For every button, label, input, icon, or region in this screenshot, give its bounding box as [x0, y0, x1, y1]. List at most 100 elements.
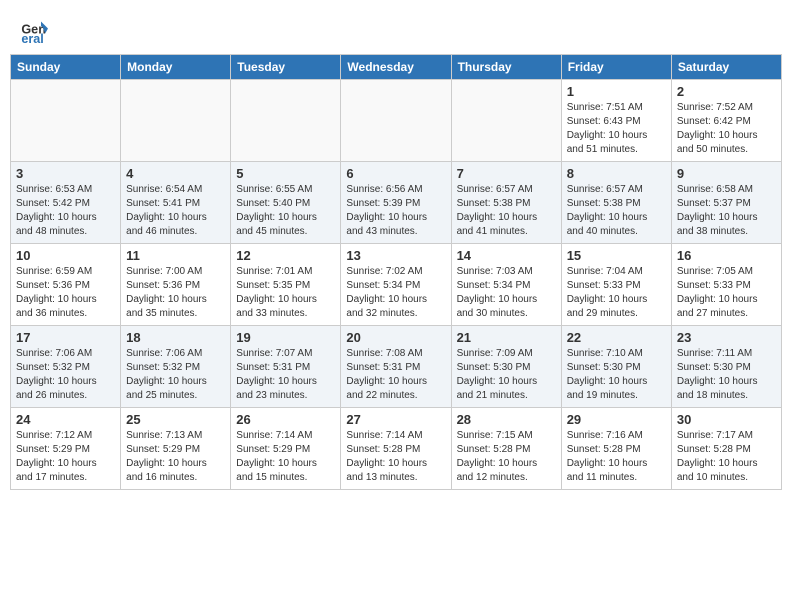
calendar-day-cell: 10 Sunrise: 6:59 AM Sunset: 5:36 PM Dayli…	[11, 244, 121, 326]
calendar-day-cell: 17 Sunrise: 7:06 AM Sunset: 5:32 PM Dayli…	[11, 326, 121, 408]
calendar-day-cell	[341, 80, 451, 162]
calendar-day-cell	[121, 80, 231, 162]
calendar-day-cell	[11, 80, 121, 162]
calendar-day-cell: 13 Sunrise: 7:02 AM Sunset: 5:34 PM Dayli…	[341, 244, 451, 326]
day-number: 17	[16, 330, 115, 345]
calendar-day-cell: 14 Sunrise: 7:03 AM Sunset: 5:34 PM Dayli…	[451, 244, 561, 326]
calendar-day-cell: 23 Sunrise: 7:11 AM Sunset: 5:30 PM Dayli…	[671, 326, 781, 408]
calendar-week-row: 17 Sunrise: 7:06 AM Sunset: 5:32 PM Dayli…	[11, 326, 782, 408]
calendar-day-cell: 24Sunrise: 7:12 AM Sunset: 5:29 PM Dayli…	[11, 408, 121, 490]
day-info: Sunrise: 6:57 AM Sunset: 5:38 PM Dayligh…	[567, 183, 666, 239]
day-of-week-header: Tuesday	[231, 55, 341, 80]
day-number: 6	[346, 166, 445, 181]
calendar-day-cell: 4 Sunrise: 6:54 AM Sunset: 5:41 PM Daylig…	[121, 162, 231, 244]
day-number: 2	[677, 84, 776, 99]
day-number: 10	[16, 248, 115, 263]
calendar-day-cell: 29 Sunrise: 7:16 AM Sunset: 5:28 PM Dayli…	[561, 408, 671, 490]
calendar-day-cell: 6 Sunrise: 6:56 AM Sunset: 5:39 PM Daylig…	[341, 162, 451, 244]
day-info: Sunrise: 7:12 AM Sunset: 5:29 PM Dayligh…	[16, 429, 115, 485]
day-number: 23	[677, 330, 776, 345]
day-info: Sunrise: 7:14 AM Sunset: 5:29 PM Dayligh…	[236, 429, 335, 485]
calendar-week-row: 1Sunrise: 7:51 AM Sunset: 6:43 PM Daylig…	[11, 80, 782, 162]
calendar-day-cell	[231, 80, 341, 162]
day-number: 29	[567, 412, 666, 427]
day-of-week-header: Monday	[121, 55, 231, 80]
day-of-week-header: Friday	[561, 55, 671, 80]
calendar-day-cell: 30 Sunrise: 7:17 AM Sunset: 5:28 PM Dayli…	[671, 408, 781, 490]
day-info: Sunrise: 7:52 AM Sunset: 6:42 PM Dayligh…	[677, 101, 776, 157]
calendar-day-cell: 25 Sunrise: 7:13 AM Sunset: 5:29 PM Dayli…	[121, 408, 231, 490]
day-of-week-header: Wednesday	[341, 55, 451, 80]
day-number: 14	[457, 248, 556, 263]
day-number: 9	[677, 166, 776, 181]
day-info: Sunrise: 7:17 AM Sunset: 5:28 PM Dayligh…	[677, 429, 776, 485]
day-info: Sunrise: 7:08 AM Sunset: 5:31 PM Dayligh…	[346, 347, 445, 403]
day-info: Sunrise: 7:03 AM Sunset: 5:34 PM Dayligh…	[457, 265, 556, 321]
calendar-day-cell: 16Sunrise: 7:05 AM Sunset: 5:33 PM Dayli…	[671, 244, 781, 326]
day-number: 19	[236, 330, 335, 345]
calendar-header-row: SundayMondayTuesdayWednesdayThursdayFrid…	[11, 55, 782, 80]
day-info: Sunrise: 7:02 AM Sunset: 5:34 PM Dayligh…	[346, 265, 445, 321]
calendar-day-cell: 26Sunrise: 7:14 AM Sunset: 5:29 PM Dayli…	[231, 408, 341, 490]
day-number: 22	[567, 330, 666, 345]
calendar-day-cell: 1Sunrise: 7:51 AM Sunset: 6:43 PM Daylig…	[561, 80, 671, 162]
day-of-week-header: Saturday	[671, 55, 781, 80]
day-number: 12	[236, 248, 335, 263]
calendar-week-row: 3Sunrise: 6:53 AM Sunset: 5:42 PM Daylig…	[11, 162, 782, 244]
calendar-week-row: 10 Sunrise: 6:59 AM Sunset: 5:36 PM Dayli…	[11, 244, 782, 326]
logo: Gen eral	[20, 18, 52, 46]
day-of-week-header: Sunday	[11, 55, 121, 80]
day-number: 21	[457, 330, 556, 345]
day-number: 30	[677, 412, 776, 427]
calendar-day-cell: 18Sunrise: 7:06 AM Sunset: 5:32 PM Dayli…	[121, 326, 231, 408]
logo-icon: Gen eral	[20, 18, 48, 46]
day-info: Sunrise: 6:56 AM Sunset: 5:39 PM Dayligh…	[346, 183, 445, 239]
calendar-day-cell: 20 Sunrise: 7:08 AM Sunset: 5:31 PM Dayli…	[341, 326, 451, 408]
day-info: Sunrise: 7:15 AM Sunset: 5:28 PM Dayligh…	[457, 429, 556, 485]
calendar-day-cell: 27 Sunrise: 7:14 AM Sunset: 5:28 PM Dayli…	[341, 408, 451, 490]
day-info: Sunrise: 7:06 AM Sunset: 5:32 PM Dayligh…	[126, 347, 225, 403]
day-info: Sunrise: 7:00 AM Sunset: 5:36 PM Dayligh…	[126, 265, 225, 321]
day-number: 27	[346, 412, 445, 427]
day-number: 25	[126, 412, 225, 427]
day-info: Sunrise: 6:54 AM Sunset: 5:41 PM Dayligh…	[126, 183, 225, 239]
calendar-day-cell: 3Sunrise: 6:53 AM Sunset: 5:42 PM Daylig…	[11, 162, 121, 244]
day-info: Sunrise: 7:04 AM Sunset: 5:33 PM Dayligh…	[567, 265, 666, 321]
day-info: Sunrise: 7:51 AM Sunset: 6:43 PM Dayligh…	[567, 101, 666, 157]
day-info: Sunrise: 7:13 AM Sunset: 5:29 PM Dayligh…	[126, 429, 225, 485]
calendar-day-cell: 11Sunrise: 7:00 AM Sunset: 5:36 PM Dayli…	[121, 244, 231, 326]
day-number: 20	[346, 330, 445, 345]
day-info: Sunrise: 6:57 AM Sunset: 5:38 PM Dayligh…	[457, 183, 556, 239]
calendar-day-cell	[451, 80, 561, 162]
day-of-week-header: Thursday	[451, 55, 561, 80]
calendar-day-cell: 21Sunrise: 7:09 AM Sunset: 5:30 PM Dayli…	[451, 326, 561, 408]
svg-text:eral: eral	[21, 32, 43, 46]
day-number: 8	[567, 166, 666, 181]
day-number: 7	[457, 166, 556, 181]
calendar-day-cell: 2 Sunrise: 7:52 AM Sunset: 6:42 PM Daylig…	[671, 80, 781, 162]
calendar-day-cell: 8 Sunrise: 6:57 AM Sunset: 5:38 PM Daylig…	[561, 162, 671, 244]
day-info: Sunrise: 7:14 AM Sunset: 5:28 PM Dayligh…	[346, 429, 445, 485]
day-number: 4	[126, 166, 225, 181]
calendar-day-cell: 9Sunrise: 6:58 AM Sunset: 5:37 PM Daylig…	[671, 162, 781, 244]
day-number: 28	[457, 412, 556, 427]
day-info: Sunrise: 7:10 AM Sunset: 5:30 PM Dayligh…	[567, 347, 666, 403]
calendar-day-cell: 7 Sunrise: 6:57 AM Sunset: 5:38 PM Daylig…	[451, 162, 561, 244]
calendar-day-cell: 15 Sunrise: 7:04 AM Sunset: 5:33 PM Dayli…	[561, 244, 671, 326]
calendar-table: SundayMondayTuesdayWednesdayThursdayFrid…	[10, 54, 782, 490]
day-info: Sunrise: 6:55 AM Sunset: 5:40 PM Dayligh…	[236, 183, 335, 239]
day-info: Sunrise: 7:11 AM Sunset: 5:30 PM Dayligh…	[677, 347, 776, 403]
day-number: 13	[346, 248, 445, 263]
day-info: Sunrise: 7:06 AM Sunset: 5:32 PM Dayligh…	[16, 347, 115, 403]
calendar-day-cell: 22 Sunrise: 7:10 AM Sunset: 5:30 PM Dayli…	[561, 326, 671, 408]
day-info: Sunrise: 6:59 AM Sunset: 5:36 PM Dayligh…	[16, 265, 115, 321]
day-number: 16	[677, 248, 776, 263]
day-info: Sunrise: 7:01 AM Sunset: 5:35 PM Dayligh…	[236, 265, 335, 321]
day-number: 15	[567, 248, 666, 263]
day-info: Sunrise: 7:16 AM Sunset: 5:28 PM Dayligh…	[567, 429, 666, 485]
day-info: Sunrise: 7:07 AM Sunset: 5:31 PM Dayligh…	[236, 347, 335, 403]
calendar-day-cell: 5 Sunrise: 6:55 AM Sunset: 5:40 PM Daylig…	[231, 162, 341, 244]
day-info: Sunrise: 6:53 AM Sunset: 5:42 PM Dayligh…	[16, 183, 115, 239]
calendar-day-cell: 12 Sunrise: 7:01 AM Sunset: 5:35 PM Dayli…	[231, 244, 341, 326]
day-number: 5	[236, 166, 335, 181]
